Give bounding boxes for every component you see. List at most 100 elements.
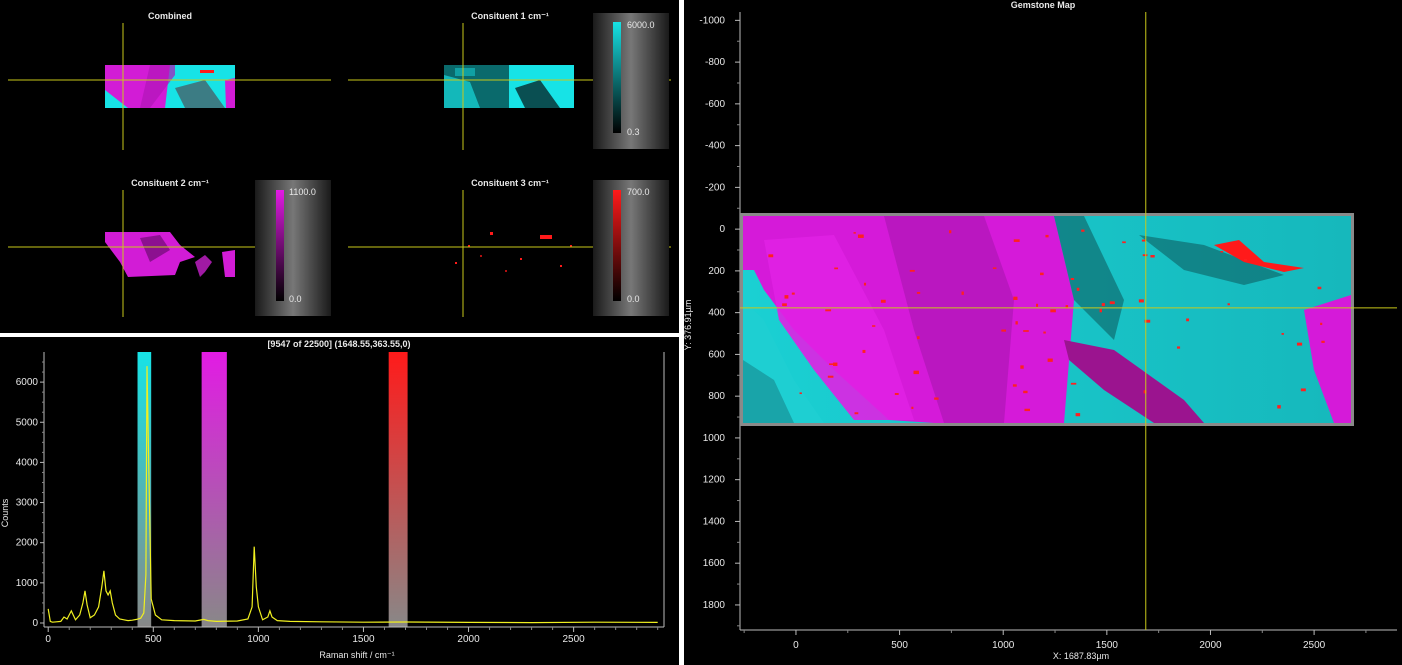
gemstone-y-tick-label: -200 bbox=[705, 182, 725, 193]
gemstone-y-tick-label: 400 bbox=[708, 308, 725, 319]
red-inclusion-dot bbox=[911, 406, 914, 409]
spectrum-axes: 0 1000 2000 3000 4000 5000 6000 0 500 1000 1500 200… bbox=[16, 352, 665, 645]
red-inclusion-dot bbox=[1321, 340, 1325, 343]
spectrum-bands bbox=[137, 352, 408, 627]
red-inclusion-dot bbox=[1296, 342, 1303, 346]
gemstone-y-tick-label: 800 bbox=[708, 391, 725, 402]
c3-scale-max: 700.0 bbox=[627, 187, 650, 197]
combined-title: Combined bbox=[148, 11, 192, 21]
red-inclusion-dot bbox=[1076, 287, 1080, 291]
red-inclusion-dot bbox=[1023, 330, 1029, 332]
red-inclusion-dot bbox=[1243, 258, 1248, 262]
gemstone-map-panel: Gemstone Map -1000 -800 -600 -400 -200 0 200 40… bbox=[684, 0, 1402, 665]
spectrum-x-tick-label: 500 bbox=[145, 634, 162, 645]
red-inclusion-dot bbox=[1101, 303, 1105, 307]
red-inclusion-dot bbox=[1043, 331, 1046, 334]
red-inclusion-dot bbox=[834, 267, 839, 270]
red-inclusion-dot bbox=[1020, 365, 1024, 369]
red-inclusion-dot bbox=[1070, 382, 1077, 385]
combined-map[interactable] bbox=[105, 65, 235, 108]
spectrum-x-tick-label: 2000 bbox=[457, 634, 480, 645]
red-inclusion-dot bbox=[854, 412, 859, 415]
gemstone-x-tick-label: 2000 bbox=[1199, 640, 1222, 651]
red-inclusion-dot bbox=[1036, 303, 1039, 307]
gemstone-map-title: Gemstone Map bbox=[1011, 0, 1076, 10]
red-inclusion-dot bbox=[961, 291, 964, 295]
gemstone-y-tick-label: 600 bbox=[708, 349, 725, 360]
red-inclusion-dot bbox=[1045, 234, 1049, 238]
gemstone-y-tick-label: 1000 bbox=[703, 433, 726, 444]
spectrum-y-tick-label: 4000 bbox=[16, 457, 39, 468]
red-inclusion-dot bbox=[916, 292, 921, 294]
spectrum-y-tick-label: 0 bbox=[32, 618, 38, 629]
gemstone-x-readout: X: 1687.83µm bbox=[1053, 651, 1109, 661]
gemstone-x-tick-label: 1500 bbox=[1096, 640, 1119, 651]
red-inclusion-dot bbox=[1138, 299, 1144, 303]
gemstone-y-tick-label: 1800 bbox=[703, 600, 726, 611]
spectrum-y-tick-label: 1000 bbox=[16, 578, 39, 589]
constituent-maps-canvas bbox=[8, 13, 671, 317]
red-inclusion-dot bbox=[863, 282, 867, 286]
red-inclusion-dot bbox=[1015, 321, 1018, 325]
red-inclusion-dot bbox=[1013, 296, 1018, 300]
spectrum-x-tick-label: 1000 bbox=[247, 634, 270, 645]
red-inclusion-dot bbox=[1081, 229, 1085, 232]
constituent-3-band[interactable] bbox=[388, 352, 408, 627]
red-inclusion-dot bbox=[1142, 254, 1148, 257]
red-inclusion-dot bbox=[1040, 272, 1044, 276]
red-inclusion-dot bbox=[1227, 303, 1230, 306]
red-inclusion-dot bbox=[1317, 286, 1322, 290]
red-inclusion-dot bbox=[1023, 390, 1028, 394]
c3-scale-min: 0.0 bbox=[627, 294, 640, 304]
spectrum-title: [9547 of 22500] (1648.55,363.55,0) bbox=[267, 339, 410, 349]
gemstone-y-tick-label: 0 bbox=[719, 224, 725, 235]
gemstone-y-tick-label: 1400 bbox=[703, 516, 726, 527]
gemstone-y-tick-label: 1600 bbox=[703, 558, 726, 569]
gemstone-y-tick-label: 1200 bbox=[703, 475, 726, 486]
red-inclusion-dot bbox=[1001, 329, 1007, 332]
red-inclusion-dot bbox=[880, 299, 886, 303]
spectrum-x-label: Raman shift / cm⁻¹ bbox=[319, 650, 394, 660]
red-inclusion-dot bbox=[1186, 318, 1190, 322]
red-inclusion-dot bbox=[784, 295, 789, 299]
constituent-2-map[interactable] bbox=[105, 232, 235, 277]
constituent-2-title: Consituent 2 cm⁻¹ bbox=[131, 178, 209, 188]
red-inclusion-dot bbox=[1109, 301, 1115, 305]
c1-scale-max: 6000.0 bbox=[627, 20, 655, 30]
red-inclusion-dot bbox=[1300, 388, 1306, 392]
red-inclusion-dot bbox=[857, 234, 864, 238]
spectrum-x-tick-label: 0 bbox=[45, 634, 51, 645]
red-inclusion-dot bbox=[1150, 255, 1155, 258]
gemstone-x-tick-label: 500 bbox=[891, 640, 908, 651]
constituent-2-band[interactable] bbox=[201, 352, 227, 627]
spectrum-chart[interactable]: [9547 of 22500] (1648.55,363.55,0) 0 1000… bbox=[0, 337, 679, 665]
spectrum-y-label: Counts bbox=[0, 498, 10, 527]
red-inclusion-dot bbox=[782, 303, 787, 307]
spectrum-y-tick-label: 3000 bbox=[16, 498, 39, 509]
c1-scale-min: 0.3 bbox=[627, 127, 640, 137]
gemstone-map-chart[interactable]: Gemstone Map -1000 -800 -600 -400 -200 0 200 40… bbox=[684, 0, 1402, 665]
gemstone-sample-image[interactable] bbox=[740, 213, 1354, 426]
gemstone-x-tick-label: 0 bbox=[793, 640, 799, 651]
red-inclusion-dot bbox=[862, 349, 866, 353]
gemstone-y-tick-label: 200 bbox=[708, 266, 725, 277]
red-inclusion-dot bbox=[853, 232, 856, 234]
gemstone-y-tick-label: -800 bbox=[705, 57, 725, 68]
constituent-maps-panel: Combined Consituent 1 cm⁻¹ Consituent 2 … bbox=[0, 0, 679, 333]
constituent-1-title: Consituent 1 cm⁻¹ bbox=[471, 11, 549, 21]
c2-scale-max: 1100.0 bbox=[289, 187, 316, 197]
red-inclusion-dot bbox=[949, 230, 952, 234]
red-inclusion-dot bbox=[1220, 250, 1224, 253]
gemstone-y-readout: Y: 376.91µm bbox=[684, 300, 693, 351]
red-inclusion-dot bbox=[909, 269, 915, 272]
spectrum-panel: [9547 of 22500] (1648.55,363.55,0) 0 1000… bbox=[0, 337, 679, 665]
red-inclusion-dot bbox=[1320, 322, 1323, 326]
red-inclusion-dot bbox=[1075, 413, 1081, 417]
red-inclusion-dot bbox=[1099, 308, 1102, 313]
red-inclusion-dot bbox=[894, 392, 899, 395]
red-inclusion-dot bbox=[1281, 332, 1284, 335]
red-inclusion-dot bbox=[1024, 408, 1031, 412]
red-inclusion-dot bbox=[799, 392, 802, 395]
constituent-3-map[interactable] bbox=[455, 232, 572, 272]
red-inclusion-dot bbox=[768, 254, 774, 258]
